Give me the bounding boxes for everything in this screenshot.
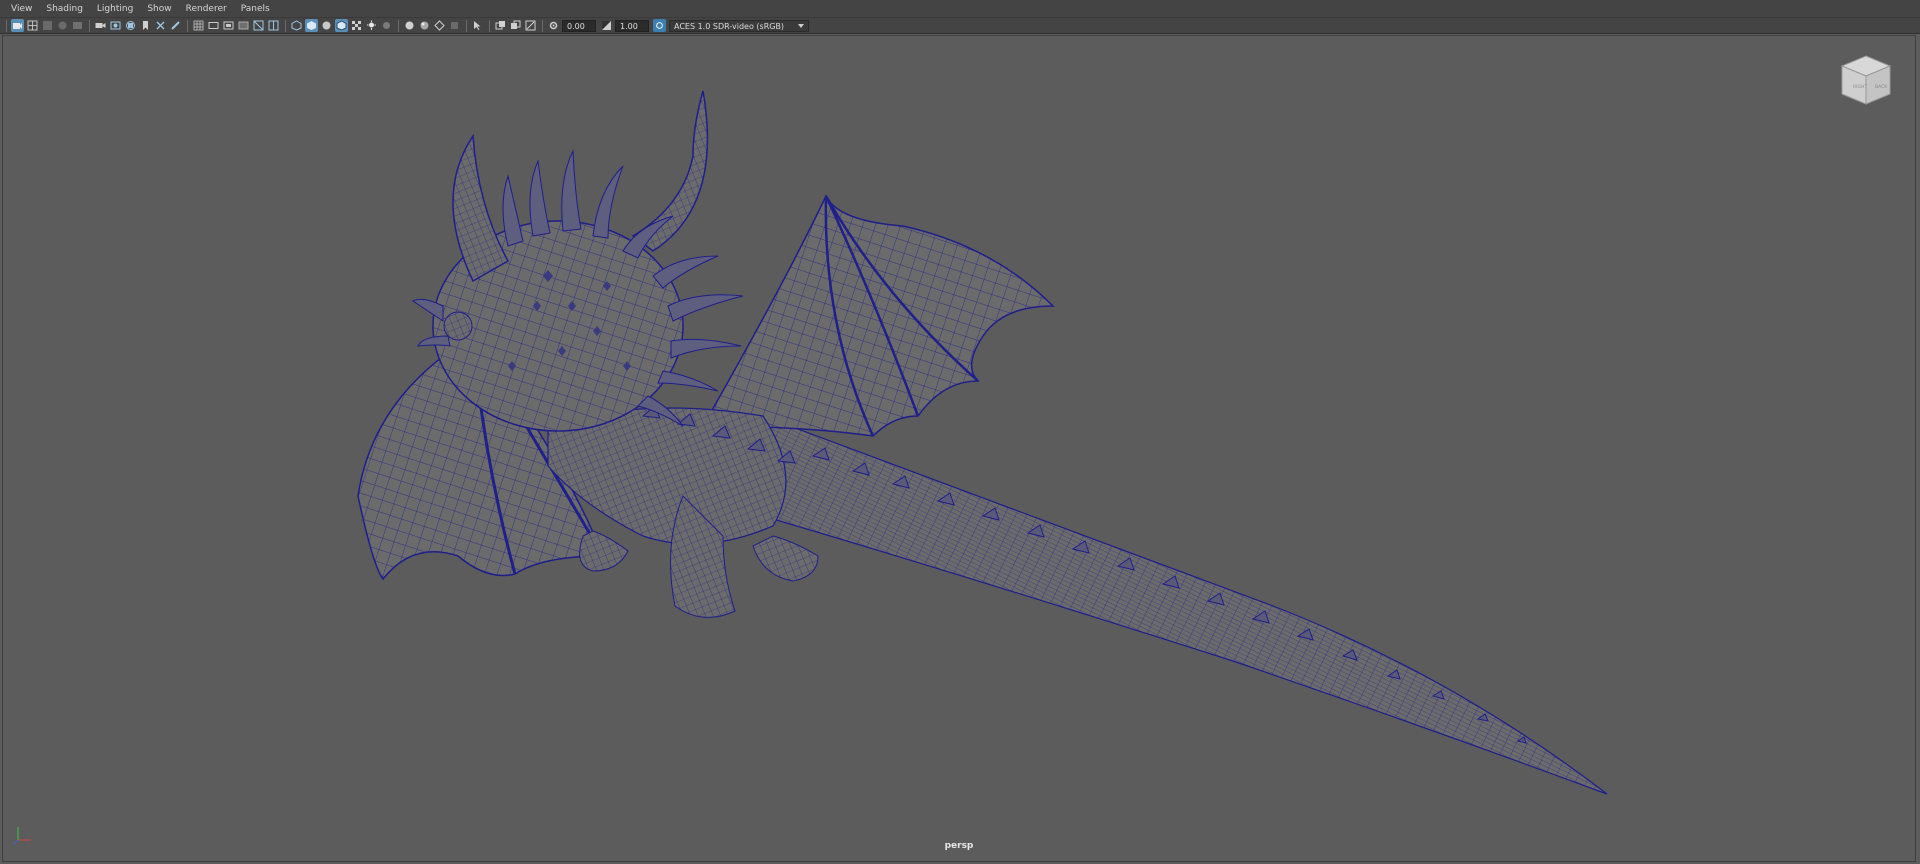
- safe-action-icon[interactable]: [267, 19, 280, 32]
- dragon-head: [412, 90, 744, 432]
- toolbar-separator: [187, 19, 188, 32]
- 2d-pan-zoom-icon[interactable]: [71, 19, 84, 32]
- shadows-icon[interactable]: [380, 19, 393, 32]
- menu-show[interactable]: Show: [140, 0, 178, 18]
- toolbar-separator: [542, 19, 543, 32]
- xray-icon[interactable]: [494, 19, 507, 32]
- toolbar-separator: [89, 19, 90, 32]
- select-camera-icon[interactable]: [11, 19, 24, 32]
- menu-renderer[interactable]: Renderer: [179, 0, 234, 18]
- camera-icon[interactable]: [94, 19, 107, 32]
- smooth-shade-icon[interactable]: [305, 19, 318, 32]
- viewcube-face-back[interactable]: BACK: [1875, 84, 1888, 90]
- dragon-wireframe-model[interactable]: [3, 36, 1916, 862]
- view-transform-label: ACES 1.0 SDR-video (sRGB): [674, 21, 785, 31]
- anti-aliasing-icon[interactable]: [433, 19, 446, 32]
- image-plane-icon[interactable]: [56, 19, 69, 32]
- resolution-gate-icon[interactable]: [222, 19, 235, 32]
- camera-attributes-icon[interactable]: [26, 19, 39, 32]
- panel-toolbar: 0.00 1.00 ACES 1.0 SDR-video (sRGB): [0, 18, 1920, 34]
- panel-menu-bar: View Shading Lighting Show Renderer Pane…: [0, 0, 1920, 18]
- menu-lighting[interactable]: Lighting: [90, 0, 140, 18]
- gamma-icon[interactable]: [600, 19, 613, 32]
- camera-name-label: persp: [944, 841, 974, 851]
- viewport-persp[interactable]: RIGHT BACK persp: [2, 35, 1916, 862]
- camera-move-icon[interactable]: [109, 19, 122, 32]
- field-chart-icon[interactable]: [252, 19, 265, 32]
- gamma-field[interactable]: 1.00: [615, 19, 649, 32]
- bookmark-icon[interactable]: [41, 19, 54, 32]
- menu-panels[interactable]: Panels: [234, 0, 277, 18]
- use-lights-icon[interactable]: [365, 19, 378, 32]
- toolbar-separator: [466, 19, 467, 32]
- dragon-right-wing: [701, 194, 1055, 437]
- toolbar-separator: [489, 19, 490, 32]
- gate-mask-icon[interactable]: [237, 19, 250, 32]
- grid-icon[interactable]: [192, 19, 205, 32]
- ambient-occlusion-icon[interactable]: [403, 19, 416, 32]
- textured-icon[interactable]: [350, 19, 363, 32]
- view-transform-dropdown[interactable]: ACES 1.0 SDR-video (sRGB): [669, 19, 809, 32]
- bookmark-icon[interactable]: [139, 19, 152, 32]
- dragon-tail: [762, 415, 1608, 795]
- depth-of-field-icon[interactable]: [448, 19, 461, 32]
- toolbar-separator: [6, 19, 7, 32]
- film-gate-icon[interactable]: [207, 19, 220, 32]
- viewcube-face-right[interactable]: RIGHT: [1853, 84, 1867, 90]
- wireframe-on-shaded-icon[interactable]: [335, 19, 348, 32]
- motion-blur-icon[interactable]: [418, 19, 431, 32]
- grease-pencil-icon[interactable]: [169, 19, 182, 32]
- xray-joints-icon[interactable]: [509, 19, 522, 32]
- toolbar-separator: [398, 19, 399, 32]
- camera-tumble-icon[interactable]: [124, 19, 137, 32]
- default-material-icon[interactable]: [320, 19, 333, 32]
- wireframe-icon[interactable]: [290, 19, 303, 32]
- menu-shading[interactable]: Shading: [39, 0, 90, 18]
- exposure-icon[interactable]: [547, 19, 560, 32]
- isolate-select-icon[interactable]: [471, 19, 484, 32]
- menu-view[interactable]: View: [4, 0, 39, 18]
- chevron-down-icon: [798, 23, 804, 28]
- color-management-icon[interactable]: [653, 19, 666, 32]
- backface-culling-icon[interactable]: [524, 19, 537, 32]
- pan-zoom-icon[interactable]: [154, 19, 167, 32]
- toolbar-separator: [285, 19, 286, 32]
- exposure-field[interactable]: 0.00: [562, 19, 596, 32]
- viewcube-widget[interactable]: RIGHT BACK: [1839, 52, 1893, 108]
